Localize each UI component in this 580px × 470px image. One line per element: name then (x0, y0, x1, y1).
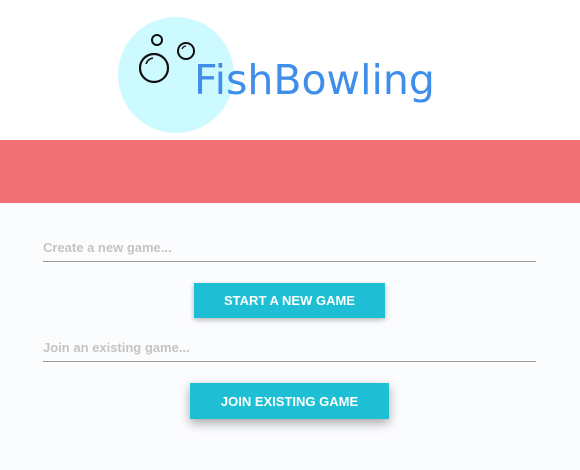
join-game-input[interactable] (43, 334, 536, 362)
create-game-input[interactable] (43, 234, 536, 262)
start-new-game-button[interactable]: START A NEW GAME (194, 283, 385, 318)
logo-text: FishBowling (194, 56, 435, 104)
banner (0, 140, 580, 203)
join-existing-game-button[interactable]: JOIN EXISTING GAME (190, 383, 389, 419)
header: FishBowling (0, 0, 580, 140)
